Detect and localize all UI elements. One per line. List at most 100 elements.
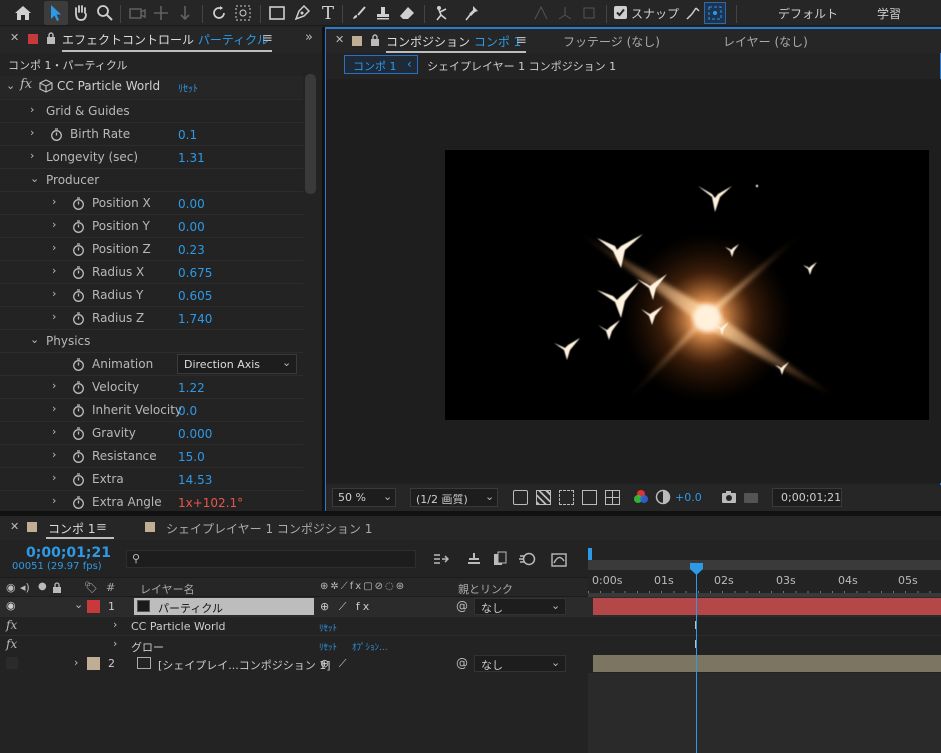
- workspace-learn-tab[interactable]: 学習: [877, 5, 901, 22]
- chevron-right-icon[interactable]: ›: [74, 656, 78, 669]
- zoom-tool-icon[interactable]: [94, 3, 116, 23]
- lock-icon[interactable]: [370, 34, 380, 50]
- stopwatch-icon[interactable]: [72, 312, 85, 325]
- stopwatch-icon[interactable]: [72, 243, 85, 256]
- chevron-right-icon[interactable]: ›: [113, 618, 117, 631]
- layer-2-row[interactable]: › 2 [シェイプレイ...コンポジション 1] ⊕ ⟋ @ なし ⌄: [0, 654, 941, 673]
- panel-menu-icon[interactable]: ≡: [262, 31, 273, 46]
- work-area-bar[interactable]: [588, 560, 941, 570]
- chevron-right-icon[interactable]: ›: [52, 310, 56, 323]
- layer-2-bar[interactable]: [593, 655, 941, 672]
- pan-camera-icon[interactable]: [150, 3, 172, 23]
- anchor-point-tool-icon[interactable]: [232, 3, 254, 23]
- brush-tool-icon[interactable]: [348, 3, 370, 23]
- chevron-right-icon[interactable]: ›: [52, 402, 56, 415]
- time-ruler[interactable]: 0:00s 01s 02s 03s 04s 05s: [588, 546, 941, 597]
- chevron-right-icon[interactable]: ›: [113, 637, 117, 650]
- fx-icon[interactable]: fx: [6, 637, 17, 651]
- comp-flowchart-icon[interactable]: [433, 553, 450, 568]
- effect-property-value[interactable]: 0.23: [178, 243, 205, 257]
- puppet-pin-tool-icon[interactable]: [460, 3, 484, 23]
- exposure-reset-icon[interactable]: [655, 489, 671, 508]
- comp-nav-next[interactable]: シェイプレイヤー 1 コンポジション 1: [427, 58, 616, 74]
- layer-label-color[interactable]: [87, 657, 100, 670]
- frame-blending-icon[interactable]: [492, 551, 508, 570]
- timeline-tab-other[interactable]: シェイプレイヤー 1 コンポジション 1: [166, 520, 372, 537]
- composition-tab[interactable]: コンポジション コンポ 1: [386, 33, 521, 50]
- show-snapshot-icon[interactable]: [743, 490, 759, 507]
- roto-brush-tool-icon[interactable]: [430, 3, 454, 23]
- chevron-right-icon[interactable]: ›: [52, 471, 56, 484]
- orbit-camera-icon[interactable]: [126, 3, 148, 23]
- grid-guides-icon[interactable]: [605, 490, 620, 505]
- chevron-right-icon[interactable]: ›: [52, 448, 56, 461]
- layer-1-row[interactable]: ◉ ⌄ 1 パーティクル ⊕ ⟋ fx @ なし ⌄: [0, 597, 941, 616]
- panel-expand-icon[interactable]: »: [305, 30, 313, 45]
- chevron-down-icon[interactable]: ⌄: [30, 172, 39, 185]
- solo-icon[interactable]: ●: [38, 581, 47, 592]
- panel-menu-icon[interactable]: ≡: [96, 520, 107, 535]
- effect-panel-tab[interactable]: エフェクトコントロール パーティクル: [62, 31, 269, 48]
- stopwatch-icon[interactable]: [72, 197, 85, 210]
- effect-property-value[interactable]: 0.675: [178, 266, 212, 280]
- effect-property-value[interactable]: 0.0: [178, 404, 197, 418]
- stopwatch-icon[interactable]: [72, 220, 85, 233]
- col-layer-name[interactable]: レイヤー名: [140, 581, 195, 597]
- chevron-down-icon[interactable]: ⌄: [30, 333, 39, 346]
- effect-property-value[interactable]: 0.1: [178, 128, 197, 142]
- layer-name-field[interactable]: パーティクル: [134, 598, 314, 615]
- chevron-right-icon[interactable]: ›: [52, 264, 56, 277]
- region-of-interest-icon[interactable]: [582, 490, 597, 505]
- exposure-value[interactable]: +0.0: [675, 491, 702, 504]
- effect-reset-link[interactable]: ﾘｾｯﾄ: [319, 640, 337, 653]
- rotate-tool-icon[interactable]: [208, 3, 230, 23]
- timeline-tab-comp[interactable]: コンポ 1: [48, 520, 95, 537]
- stopwatch-icon[interactable]: [72, 289, 85, 302]
- effect-property-value[interactable]: 1x+102.1°: [178, 496, 243, 510]
- chevron-right-icon[interactable]: ›: [30, 103, 34, 116]
- eye-icon[interactable]: ◉: [6, 599, 16, 612]
- stopwatch-icon[interactable]: [72, 404, 85, 417]
- chevron-right-icon[interactable]: ›: [52, 379, 56, 392]
- effect-property-value[interactable]: 1.740: [178, 312, 212, 326]
- chevron-down-icon[interactable]: ⌄: [6, 79, 15, 92]
- draft-3d-icon[interactable]: [466, 551, 482, 570]
- video-toggle-off[interactable]: [6, 657, 18, 669]
- audio-icon[interactable]: ◂): [20, 581, 30, 594]
- parent-dropdown[interactable]: なし ⌄: [474, 598, 566, 615]
- effect-property-value[interactable]: 0.000: [178, 427, 212, 441]
- eye-icon[interactable]: ◉: [6, 581, 16, 594]
- stopwatch-icon[interactable]: [72, 450, 85, 463]
- layer-label-color[interactable]: [87, 600, 100, 613]
- dolly-camera-icon[interactable]: [174, 3, 196, 23]
- fx-icon[interactable]: fx: [20, 77, 32, 92]
- panel-menu-icon[interactable]: ≡: [516, 33, 527, 48]
- axis-mode-world-icon[interactable]: [554, 3, 576, 23]
- chevron-right-icon[interactable]: ›: [30, 126, 34, 139]
- color-channels-icon[interactable]: [633, 489, 649, 508]
- col-parent[interactable]: 親とリンク: [458, 581, 513, 597]
- clone-stamp-tool-icon[interactable]: [372, 3, 394, 23]
- chevron-right-icon[interactable]: ›: [52, 241, 56, 254]
- zoom-dropdown[interactable]: 50 % ⌄: [332, 488, 396, 507]
- axis-mode-view-icon[interactable]: [578, 3, 600, 23]
- footage-tab[interactable]: フッテージ (なし): [563, 33, 660, 50]
- effect-property-value[interactable]: 1.22: [178, 381, 205, 395]
- snap-target-icon[interactable]: [704, 2, 726, 24]
- stopwatch-icon[interactable]: [72, 381, 85, 394]
- layer-tab[interactable]: レイヤー (なし): [723, 33, 808, 50]
- layer-effect-row[interactable]: fx›CC Particle WorldﾘｾｯﾄI: [0, 616, 941, 636]
- stopwatch-icon[interactable]: [72, 427, 85, 440]
- lock-icon[interactable]: [46, 32, 56, 48]
- comp-nav-current[interactable]: コンポ 1 ‹: [344, 55, 418, 74]
- fx-icon[interactable]: fx: [6, 618, 17, 632]
- timeline-search-input[interactable]: ⚲: [126, 550, 416, 568]
- workspace-default-tab[interactable]: デフォルト: [778, 5, 838, 22]
- parent-pickwhip-icon[interactable]: @: [456, 656, 468, 670]
- selection-tool-icon[interactable]: [44, 1, 68, 25]
- parent-pickwhip-icon[interactable]: @: [456, 599, 468, 613]
- stopwatch-icon[interactable]: [72, 266, 85, 279]
- pen-tool-icon[interactable]: [290, 3, 314, 23]
- stopwatch-icon[interactable]: [72, 473, 85, 486]
- type-tool-icon[interactable]: T: [316, 3, 340, 24]
